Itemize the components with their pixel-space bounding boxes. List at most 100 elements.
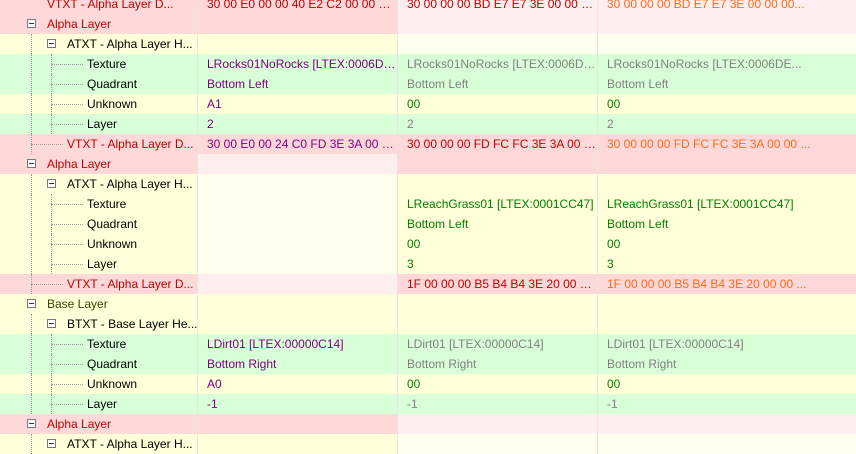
collapse-toggle-icon[interactable] (27, 159, 36, 168)
value-cell-plugin-2[interactable] (398, 314, 598, 334)
value-cell-plugin-1[interactable]: LDirt01 [LTEX:00000C14] (198, 334, 398, 354)
value-cell-plugin-3[interactable] (598, 174, 856, 194)
value-cell-plugin-2[interactable] (398, 154, 598, 174)
value-cell-plugin-3[interactable] (598, 414, 856, 434)
value-cell-plugin-3[interactable]: 00 (598, 94, 856, 114)
value-cell-plugin-1[interactable]: A0 (198, 374, 398, 394)
value-cell-plugin-3[interactable]: 3 (598, 254, 856, 274)
tree-label-cell[interactable]: Layer (0, 254, 198, 274)
tree-row[interactable]: VTXT - Alpha Layer D... 30 00 E0 00 24 C0… (0, 134, 856, 154)
tree-row[interactable]: Layer -1 -1 -1 (0, 394, 856, 414)
value-cell-plugin-2[interactable]: 30 00 00 00 BD E7 E7 3E 00 00 00... (398, 0, 598, 14)
tree-row[interactable]: ATXT - Alpha Layer H... (0, 434, 856, 454)
tree-row[interactable]: VTXT - Alpha Layer D... 30 00 E0 00 00 40… (0, 0, 856, 14)
value-cell-plugin-2[interactable]: 30 00 00 00 FD FC FC 3E 3A 00 00 ... (398, 134, 598, 154)
tree-label-cell[interactable]: Unknown (0, 94, 198, 114)
tree-label-cell[interactable]: ATXT - Alpha Layer H... (0, 434, 198, 454)
value-cell-plugin-2[interactable] (398, 14, 598, 34)
tree-label-cell[interactable]: VTXT - Alpha Layer D... (0, 134, 198, 154)
value-cell-plugin-2[interactable]: Bottom Right (398, 354, 598, 374)
value-cell-plugin-1[interactable] (198, 294, 398, 314)
value-cell-plugin-2[interactable] (398, 294, 598, 314)
value-cell-plugin-1[interactable]: Bottom Right (198, 354, 398, 374)
value-cell-plugin-2[interactable]: 3 (398, 254, 598, 274)
tree-row[interactable]: BTXT - Base Layer He... (0, 314, 856, 334)
value-cell-plugin-3[interactable]: 30 00 00 00 FD FC FC 3E 3A 00 00 ... (598, 134, 856, 154)
tree-label-cell[interactable]: Unknown (0, 234, 198, 254)
value-cell-plugin-3[interactable]: Bottom Right (598, 354, 856, 374)
collapse-toggle-icon[interactable] (27, 299, 36, 308)
value-cell-plugin-2[interactable]: LRocks01NoRocks [LTEX:0006DE... (398, 54, 598, 74)
value-cell-plugin-1[interactable] (198, 174, 398, 194)
value-cell-plugin-3[interactable]: LRocks01NoRocks [LTEX:0006DE... (598, 54, 856, 74)
collapse-toggle-icon[interactable] (47, 439, 56, 448)
tree-row[interactable]: Texture LReachGrass01 [LTEX:0001CC47] LRea… (0, 194, 856, 214)
value-cell-plugin-1[interactable]: Bottom Left (198, 74, 398, 94)
tree-row[interactable]: ATXT - Alpha Layer H... (0, 34, 856, 54)
tree-label-cell[interactable]: Quadrant (0, 354, 198, 374)
value-cell-plugin-1[interactable] (198, 14, 398, 34)
value-cell-plugin-2[interactable] (398, 174, 598, 194)
value-cell-plugin-1[interactable] (198, 314, 398, 334)
tree-label-cell[interactable]: ATXT - Alpha Layer H... (0, 174, 198, 194)
value-cell-plugin-3[interactable] (598, 314, 856, 334)
value-cell-plugin-1[interactable] (198, 254, 398, 274)
tree-label-cell[interactable]: BTXT - Base Layer He... (0, 314, 198, 334)
value-cell-plugin-2[interactable]: LDirt01 [LTEX:00000C14] (398, 334, 598, 354)
value-cell-plugin-3[interactable]: Bottom Left (598, 74, 856, 94)
value-cell-plugin-3[interactable] (598, 34, 856, 54)
value-cell-plugin-2[interactable]: Bottom Left (398, 214, 598, 234)
value-cell-plugin-3[interactable]: 1F 00 00 00 B5 B4 B4 3E 20 00 00 ... (598, 274, 856, 294)
tree-label-cell[interactable]: Quadrant (0, 74, 198, 94)
collapse-toggle-icon[interactable] (27, 19, 36, 28)
value-cell-plugin-2[interactable]: 00 (398, 234, 598, 254)
value-cell-plugin-1[interactable]: 30 00 E0 00 00 40 E2 C2 00 00 40 ... (198, 0, 398, 14)
tree-row[interactable]: Alpha Layer (0, 154, 856, 174)
tree-label-cell[interactable]: Alpha Layer (0, 414, 198, 434)
value-cell-plugin-1[interactable] (198, 34, 398, 54)
tree-row[interactable]: Alpha Layer (0, 414, 856, 434)
value-cell-plugin-1[interactable] (198, 214, 398, 234)
tree-label-cell[interactable]: Layer (0, 394, 198, 414)
value-cell-plugin-1[interactable]: A1 (198, 94, 398, 114)
value-cell-plugin-3[interactable]: 2 (598, 114, 856, 134)
value-cell-plugin-3[interactable]: LReachGrass01 [LTEX:0001CC47] (598, 194, 856, 214)
tree-label-cell[interactable]: ATXT - Alpha Layer H... (0, 34, 198, 54)
tree-row[interactable]: Quadrant Bottom Right Bottom Right Bottom R… (0, 354, 856, 374)
tree-row[interactable]: VTXT - Alpha Layer D... 1F 00 00 00 B5 B4… (0, 274, 856, 294)
collapse-toggle-icon[interactable] (47, 39, 56, 48)
collapse-toggle-icon[interactable] (47, 319, 56, 328)
value-cell-plugin-2[interactable]: -1 (398, 394, 598, 414)
value-cell-plugin-1[interactable]: 30 00 E0 00 24 C0 FD 3E 3A 00 75 ... (198, 134, 398, 154)
collapse-toggle-icon[interactable] (27, 419, 36, 428)
value-cell-plugin-3[interactable]: -1 (598, 394, 856, 414)
tree-row[interactable]: Alpha Layer (0, 14, 856, 34)
value-cell-plugin-2[interactable]: Bottom Left (398, 74, 598, 94)
tree-row[interactable]: Quadrant Bottom Left Bottom Left (0, 214, 856, 234)
value-cell-plugin-2[interactable]: 00 (398, 94, 598, 114)
value-cell-plugin-2[interactable] (398, 34, 598, 54)
tree-row[interactable]: Base Layer (0, 294, 856, 314)
value-cell-plugin-1[interactable] (198, 274, 398, 294)
value-cell-plugin-3[interactable]: 30 00 00 00 BD E7 E7 3E 00 00 00... (598, 0, 856, 14)
tree-row[interactable]: Layer 2 2 2 (0, 114, 856, 134)
value-cell-plugin-2[interactable]: LReachGrass01 [LTEX:0001CC47] (398, 194, 598, 214)
tree-row[interactable]: Texture LDirt01 [LTEX:00000C14] LDirt01 [L… (0, 334, 856, 354)
tree-label-cell[interactable]: Base Layer (0, 294, 198, 314)
value-cell-plugin-1[interactable]: 2 (198, 114, 398, 134)
tree-label-cell[interactable]: Texture (0, 54, 198, 74)
value-cell-plugin-1[interactable]: LRocks01NoRocks [LTEX:0006DE... (198, 54, 398, 74)
value-cell-plugin-2[interactable]: 00 (398, 374, 598, 394)
tree-label-cell[interactable]: VTXT - Alpha Layer D... (0, 274, 198, 294)
tree-row[interactable]: Layer 3 3 (0, 254, 856, 274)
value-cell-plugin-1[interactable] (198, 414, 398, 434)
collapse-toggle-icon[interactable] (47, 179, 56, 188)
tree-label-cell[interactable]: Texture (0, 334, 198, 354)
value-cell-plugin-2[interactable]: 2 (398, 114, 598, 134)
value-cell-plugin-1[interactable] (198, 194, 398, 214)
value-cell-plugin-3[interactable] (598, 14, 856, 34)
tree-label-cell[interactable]: Texture (0, 194, 198, 214)
value-cell-plugin-1[interactable]: -1 (198, 394, 398, 414)
tree-row[interactable]: Unknown 00 00 (0, 234, 856, 254)
tree-row[interactable]: Unknown A0 00 00 (0, 374, 856, 394)
